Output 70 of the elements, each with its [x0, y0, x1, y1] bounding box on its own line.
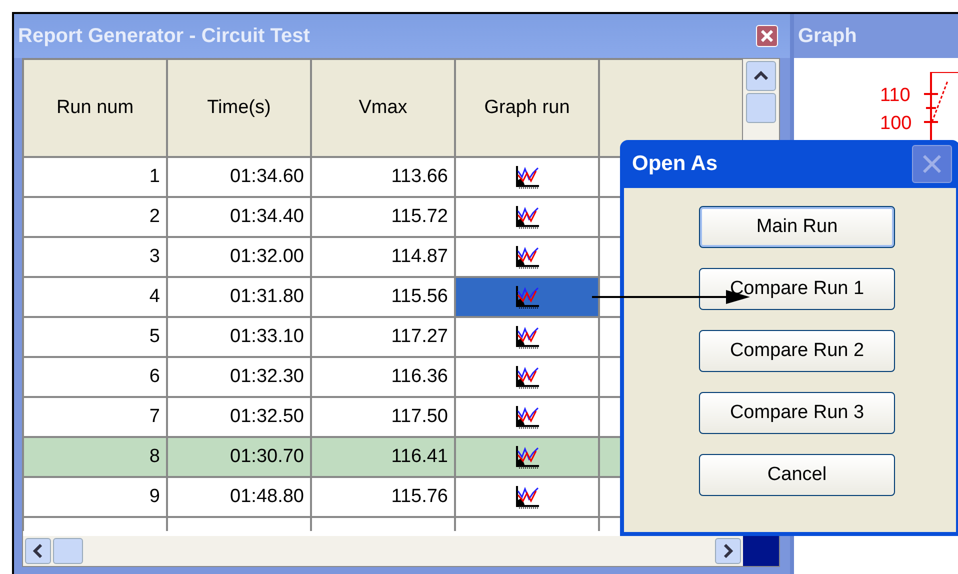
table-cell: 116.36	[311, 357, 455, 397]
table-cell: 2	[23, 197, 167, 237]
column-header[interactable]: Vmax	[311, 59, 455, 157]
table-cell: 116.41	[311, 437, 455, 477]
table-cell: 3	[23, 237, 167, 277]
table-cell: 9	[23, 477, 167, 517]
line-chart-icon	[514, 405, 540, 429]
table-cell: 115.72	[311, 197, 455, 237]
table-cell: 01:31.80	[167, 277, 311, 317]
graph-cell[interactable]	[455, 197, 599, 237]
scrollbar-corner	[743, 536, 779, 566]
scroll-right-button[interactable]	[715, 538, 741, 564]
graph-cell[interactable]	[455, 237, 599, 277]
graph-cell[interactable]	[455, 397, 599, 437]
line-chart-icon	[514, 205, 540, 229]
table-cell: 01:34.40	[167, 197, 311, 237]
window-title: Report Generator - Circuit Test	[18, 24, 310, 49]
panel-title: Graph	[798, 24, 857, 49]
table-cell: 01:30.70	[167, 437, 311, 477]
axis-tick-label: 100	[880, 114, 912, 133]
graph-cell[interactable]	[455, 317, 599, 357]
scrollbar-thumb[interactable]	[53, 538, 83, 564]
line-chart-icon	[514, 325, 540, 349]
dialog-button[interactable]: Compare Run 2	[699, 330, 895, 372]
table-cell: 114.87	[311, 237, 455, 277]
chevron-up-icon	[754, 71, 768, 81]
table-cell: 01:33.10	[167, 317, 311, 357]
table-cell: 8	[23, 437, 167, 477]
line-chart-icon	[514, 485, 540, 509]
line-chart-icon	[514, 165, 540, 189]
line-chart-icon	[514, 245, 540, 269]
graph-cell[interactable]	[455, 437, 599, 477]
column-header[interactable]: Time(s)	[167, 59, 311, 157]
table-cell: 7	[23, 397, 167, 437]
table-cell: 115.56	[311, 277, 455, 317]
graph-cell[interactable]	[455, 357, 599, 397]
column-header[interactable]: Run num	[23, 59, 167, 157]
close-icon	[922, 154, 942, 174]
graph-cell[interactable]	[455, 277, 599, 317]
table-cell: 01:32.30	[167, 357, 311, 397]
dialog-button[interactable]: Main Run	[699, 206, 895, 248]
line-chart-icon	[514, 285, 540, 309]
scroll-up-button[interactable]	[746, 61, 776, 91]
column-header[interactable]: Graph run	[455, 59, 599, 157]
scroll-left-button[interactable]	[25, 538, 51, 564]
table-cell: 117.50	[311, 397, 455, 437]
table-cell: 5	[23, 317, 167, 357]
chevron-left-icon	[33, 544, 43, 558]
scrollbar-thumb[interactable]	[746, 93, 776, 123]
table-cell: 115.76	[311, 477, 455, 517]
table-cell: 01:48.80	[167, 477, 311, 517]
table-cell: 1	[23, 157, 167, 197]
graph-cell[interactable]	[455, 157, 599, 197]
table-cell: 01:32.00	[167, 237, 311, 277]
line-chart-icon	[514, 445, 540, 469]
dialog-button[interactable]: Cancel	[699, 454, 895, 496]
dialog-button[interactable]: Compare Run 1	[699, 268, 895, 310]
close-icon	[761, 30, 773, 42]
table-cell: 117.27	[311, 317, 455, 357]
axis-tick-label: 110	[880, 86, 910, 105]
table-cell: 01:32.50	[167, 397, 311, 437]
table-cell: 4	[23, 277, 167, 317]
line-chart-icon	[514, 365, 540, 389]
table-cell: 6	[23, 357, 167, 397]
table-cell: 01:34.60	[167, 157, 311, 197]
table-cell: 113.66	[311, 157, 455, 197]
chevron-right-icon	[723, 544, 733, 558]
horizontal-scrollbar[interactable]	[23, 536, 743, 566]
graph-cell[interactable]	[455, 477, 599, 517]
dialog-button[interactable]: Compare Run 3	[699, 392, 895, 434]
